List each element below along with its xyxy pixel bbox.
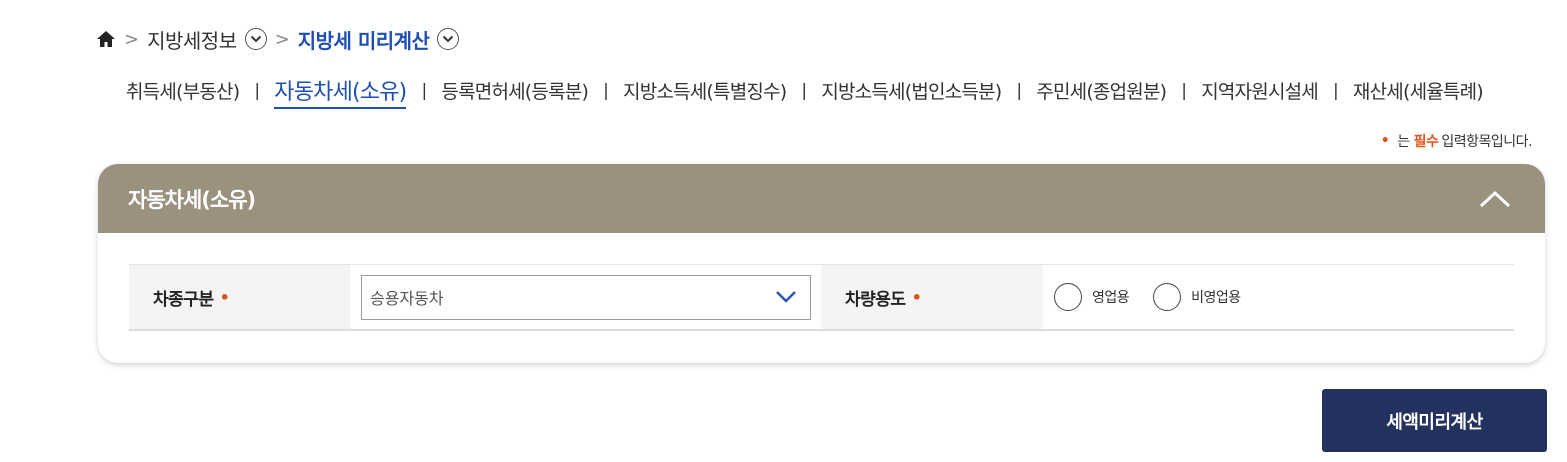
tab-divider: | [1016, 81, 1022, 101]
car-type-label-cell: 차종구분 • [129, 265, 350, 329]
calculate-tax-button[interactable]: 세액미리계산 [1322, 389, 1547, 452]
radio-circle[interactable] [1153, 283, 1182, 311]
radio-label: 영업용 [1092, 290, 1130, 306]
usage-radio-commercial[interactable]: 영업용 [1054, 283, 1130, 311]
breadcrumb-item-tax-precalc[interactable]: 지방세 미리계산 [298, 25, 430, 54]
required-fields-note: • 는 필수 입력항목입니다. [1380, 131, 1533, 151]
home-icon[interactable] [96, 29, 116, 49]
required-marker: • [219, 287, 230, 307]
tax-type-tabs: 취득세(부동산) | 자동차세(소유) | 등록면허세(등록분) | 지방소득세… [126, 74, 1484, 109]
tab-registration-license-tax[interactable]: 등록면허세(등록분) [441, 77, 588, 106]
tab-vehicle-tax[interactable]: 자동차세(소유) [274, 74, 407, 109]
chevron-down-icon[interactable] [244, 28, 267, 50]
tab-divider: | [801, 81, 807, 101]
required-note-strong: 필수 [1413, 134, 1439, 150]
chevron-down-icon[interactable] [437, 28, 460, 50]
required-marker: • [1380, 133, 1390, 149]
required-marker: • [911, 287, 922, 307]
panel-title: 자동차세(소유) [128, 187, 256, 212]
tab-divider: | [421, 81, 427, 101]
vehicle-form-row: 차종구분 • 승용자동차 차량용도 • 영업용 비영업용 [129, 264, 1514, 331]
chevron-up-icon[interactable] [1475, 179, 1515, 219]
chevron-right-icon: > [124, 28, 140, 50]
tab-acquisition-tax[interactable]: 취득세(부동산) [126, 77, 240, 106]
radio-label: 비영업용 [1191, 290, 1241, 306]
breadcrumb-item-local-tax-info[interactable]: 지방세정보 [147, 25, 237, 54]
tab-property-tax-special[interactable]: 재산세(세율특례) [1353, 77, 1484, 106]
tab-divider: | [1332, 81, 1339, 101]
tab-local-income-tax-withholding[interactable]: 지방소득세(특별징수) [623, 77, 787, 106]
required-note-prefix: 는 [1397, 134, 1410, 150]
required-note-suffix: 입력항목입니다. [1441, 134, 1532, 150]
car-type-selected-value: 승용자동차 [370, 289, 444, 308]
usage-label-cell: 차량용도 • [821, 265, 1043, 329]
car-type-select[interactable]: 승용자동차 [361, 274, 811, 320]
tab-regional-resource-facility-tax[interactable]: 지역자원시설세 [1201, 77, 1319, 106]
tab-divider: | [1181, 81, 1187, 101]
car-type-label: 차종구분 [153, 289, 214, 310]
car-type-value-cell: 승용자동차 [350, 265, 821, 329]
panel-header: 자동차세(소유) [98, 164, 1545, 233]
chevron-right-icon: > [274, 28, 290, 50]
vehicle-tax-panel: 자동차세(소유) 차종구분 • 승용자동차 차량용도 • 영업용 비영업용 [98, 164, 1545, 363]
tab-local-income-tax-corporate[interactable]: 지방소득세(법인소득분) [821, 77, 1002, 106]
breadcrumb: > 지방세정보 > 지방세 미리계산 [96, 24, 460, 54]
usage-label: 차량용도 [845, 289, 906, 310]
tab-divider: | [254, 81, 260, 101]
usage-radio-noncommercial[interactable]: 비영업용 [1153, 283, 1241, 311]
chevron-down-icon [774, 289, 798, 305]
tab-divider: | [603, 81, 609, 101]
tab-resident-tax-employee[interactable]: 주민세(종업원분) [1036, 77, 1167, 106]
usage-value-cell: 영업용 비영업용 [1043, 265, 1514, 329]
radio-circle[interactable] [1054, 283, 1082, 311]
